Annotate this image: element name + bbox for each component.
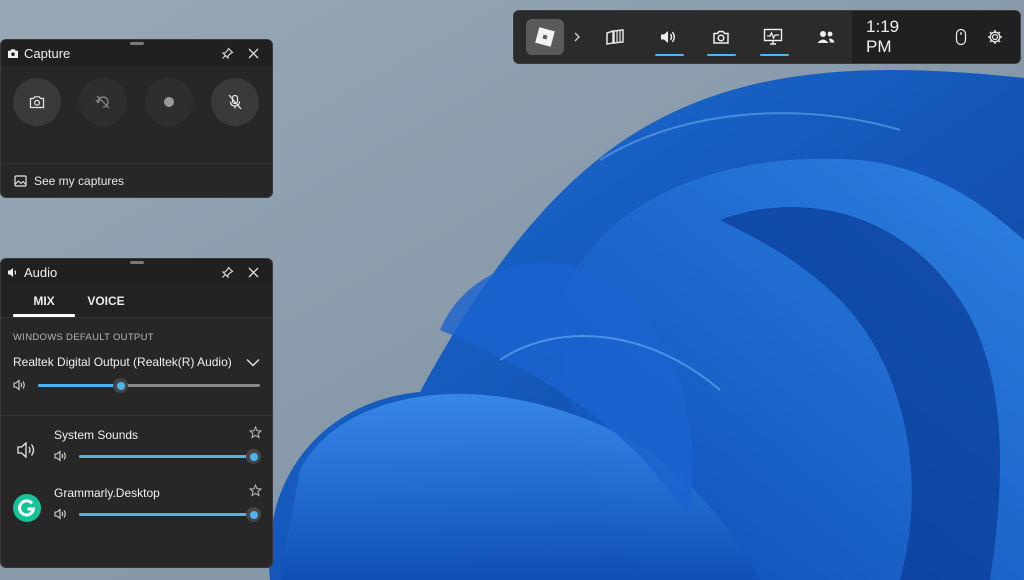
audio-panel-title: Audio: [24, 264, 58, 280]
audio-panel: Audio MIX VOICE WINDOWS DEFAULT OUTPUT R…: [0, 258, 273, 568]
close-icon: [248, 267, 258, 277]
performance-widget-button[interactable]: [747, 11, 800, 63]
volume-icon: [54, 450, 66, 462]
speaker-icon: [8, 267, 17, 277]
record-last-30s-button[interactable]: [79, 78, 127, 126]
audio-tabs: MIX VOICE: [1, 285, 272, 318]
close-icon: [248, 48, 258, 58]
favorite-star-icon[interactable]: [249, 484, 262, 497]
app-volume-row: Grammarly.Desktop: [1, 474, 272, 532]
volume-icon: [54, 508, 66, 520]
audio-widget-button[interactable]: [642, 11, 695, 63]
widget-store-icon: [606, 29, 625, 45]
capture-panel: Capture See my captures: [0, 39, 273, 198]
pin-button[interactable]: [214, 259, 240, 285]
app-name: Grammarly.Desktop: [54, 486, 160, 500]
see-my-captures-link[interactable]: See my captures: [1, 163, 272, 197]
roblox-logo-icon: [535, 27, 555, 47]
tab-mix[interactable]: MIX: [13, 285, 75, 317]
roblox-app-button[interactable]: [526, 19, 565, 55]
mic-off-icon: [228, 94, 242, 110]
app-volume-slider[interactable]: [79, 507, 261, 522]
pin-icon: [221, 266, 233, 278]
social-widget-button[interactable]: [799, 11, 852, 63]
gear-icon: [987, 30, 1002, 44]
master-volume-row: [1, 378, 272, 403]
mouse-icon: [955, 28, 967, 46]
grammarly-logo-icon: [13, 494, 41, 522]
system-sounds-app-icon: [13, 436, 41, 464]
output-device-dropdown[interactable]: Realtek Digital Output (Realtek(R) Audio…: [1, 343, 272, 369]
record-button[interactable]: [145, 78, 193, 126]
mouse-button[interactable]: [944, 11, 978, 63]
record-last-30s-icon: [95, 95, 110, 109]
app-name: System Sounds: [54, 428, 139, 442]
drag-handle[interactable]: [129, 42, 144, 45]
pin-button[interactable]: [214, 40, 240, 66]
speaker-icon: [17, 441, 35, 459]
screenshot-button[interactable]: [13, 78, 61, 126]
screenshot-icon: [29, 96, 45, 109]
gallery-icon: [14, 174, 27, 187]
game-bar: 1:19 PM: [513, 10, 1021, 64]
clock-time: 1:19 PM: [866, 17, 900, 56]
app-volume-thumb[interactable]: [246, 449, 261, 464]
capture-panel-title: Capture: [24, 45, 71, 61]
capture-buttons: [1, 66, 272, 138]
close-button[interactable]: [240, 40, 266, 66]
close-button[interactable]: [240, 259, 266, 285]
app-volume-fill: [79, 455, 253, 458]
app-volume-slider[interactable]: [79, 449, 261, 464]
default-output-label: WINDOWS DEFAULT OUTPUT: [13, 332, 154, 343]
camera-icon: [712, 30, 729, 44]
drag-handle[interactable]: [129, 261, 144, 264]
capture-widget-button[interactable]: [694, 11, 747, 63]
people-icon: [817, 31, 835, 43]
settings-button[interactable]: [978, 11, 1012, 63]
output-device-name: Realtek Digital Output (Realtek(R) Audio…: [13, 355, 232, 369]
tab-voice[interactable]: VOICE: [75, 285, 137, 317]
pin-icon: [221, 47, 233, 59]
app-volume-fill: [79, 513, 253, 516]
app-volume-thumb[interactable]: [246, 507, 261, 522]
master-volume-thumb[interactable]: [113, 378, 129, 393]
master-volume-slider[interactable]: [38, 378, 260, 393]
master-volume-fill: [38, 384, 121, 387]
record-dot-icon: [164, 97, 174, 107]
speaker-icon: [660, 31, 675, 43]
see-my-captures-label: See my captures: [34, 173, 125, 188]
app-volume-row: System Sounds: [1, 416, 272, 474]
monitor-icon: [763, 28, 783, 45]
chevron-down-icon: [246, 358, 260, 366]
camera-icon: [8, 48, 18, 58]
game-bar-right-section: 1:19 PM: [852, 11, 1020, 63]
widget-menu-button[interactable]: [589, 11, 642, 63]
volume-icon: [13, 379, 25, 391]
grammarly-app-icon: [13, 494, 41, 522]
favorite-star-icon[interactable]: [249, 426, 262, 439]
expand-chevron-icon[interactable]: [564, 31, 589, 43]
mic-toggle-button[interactable]: [211, 78, 259, 126]
